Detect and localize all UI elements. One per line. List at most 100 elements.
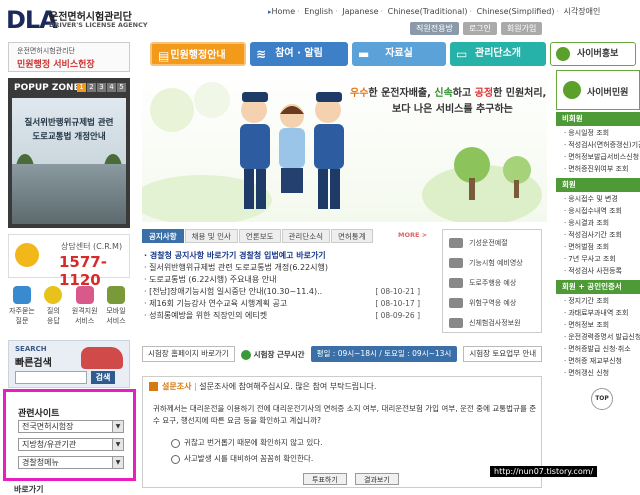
tab-notices[interactable]: 공지사항 (142, 229, 184, 243)
topnav-chinese-traditional[interactable]: Chinese(Traditional) (388, 7, 468, 16)
nav-archive[interactable]: ▬ 자료실 (352, 42, 446, 66)
video-icon (449, 258, 463, 268)
login-button[interactable]: 로그인 (462, 22, 497, 35)
popup-banner-image[interactable]: 질서위반행위규제법 관련 도로교통법 개정안내 (12, 98, 126, 224)
list-item[interactable]: 응시접수내역 조회 (564, 206, 622, 216)
remote-support-icon (75, 286, 94, 304)
search-input[interactable] (15, 371, 87, 384)
list-item[interactable]: · 도로교통법 (6.22시행) 주요내용 안내 (144, 274, 430, 286)
cyber-civil-header[interactable]: 사이버민원 (556, 70, 640, 110)
list-item[interactable]: 적성검사 사전등록 (564, 266, 622, 276)
list-item[interactable]: 면허정보 조회 (564, 320, 609, 330)
list-item[interactable]: 적성검사(면허증갱신)기간조회 (564, 140, 640, 150)
cyber-civil-panel: 사이버민원 비회원 응시일정 조회 적성검사(면허증갱신)기간조회 면허정보발급… (556, 70, 640, 491)
sunflower-icon (15, 243, 39, 267)
list-item[interactable]: 면허증진위여부 조회 (564, 164, 628, 174)
saturday-service-link[interactable]: 시험장 토요업무 안내 (463, 346, 543, 362)
staff-room-button[interactable]: 직원전용방 (410, 22, 459, 35)
list-item[interactable]: 면허증 재교부신청 (564, 356, 622, 366)
service-charter-banner[interactable]: 운전면허시험관리단 민원행정 서비스헌장 (8, 42, 130, 72)
list-item[interactable]: 면허증발급 신청·취소 (564, 344, 630, 354)
tab-statistics[interactable]: 면허통계 (331, 229, 373, 243)
notice-list: · 경찰청 공지사항 바로가기 경찰청 입법예고 바로가기 · 질서위반행위규제… (144, 250, 430, 322)
top-navigation: ▸Home · English · Japanese · Chinese(Tradit… (268, 7, 601, 16)
popup-page-1[interactable]: 1 (77, 83, 86, 92)
tab-press[interactable]: 언론보도 (238, 229, 281, 243)
guide-item[interactable]: 신체험검사정보원 (449, 318, 521, 328)
document-icon: ▤ (158, 49, 170, 63)
list-item[interactable]: 응시결과 조회 (564, 218, 609, 228)
survey-option-1[interactable]: 귀찮고 번거롭기 때문에 확인하지 않고 있다. (171, 437, 323, 448)
exam-site-select[interactable]: 전국면허시험장 ▼ (18, 420, 124, 433)
guide-item[interactable]: 도로주행응 예상 (449, 278, 516, 288)
guide-item[interactable]: 위험구역응 예상 (449, 298, 516, 308)
list-item[interactable]: 응시접수 및 변경 (564, 194, 618, 204)
nav-about[interactable]: ▭ 관리단소개 (450, 42, 546, 66)
list-item[interactable]: 과태료부과내역 조회 (564, 308, 628, 318)
video-icon (449, 238, 463, 248)
qna-link[interactable]: 질의 응답 (39, 284, 67, 336)
topnav-chinese-simplified[interactable]: Chinese(Simplified) (477, 7, 555, 16)
work-hours-value: 평일 : 09시~18시 / 토요일 : 09시~13시 (310, 346, 458, 362)
exam-site-homepage-link[interactable]: 시험장 홈페이지 바로가기 (142, 346, 235, 362)
list-item[interactable]: 7년 무사고 조회 (564, 254, 616, 264)
nav-civil-service[interactable]: ▤ 민원행정안내 (150, 42, 246, 66)
list-item[interactable]: 응시일정 조회 (564, 128, 609, 138)
radio-button[interactable] (171, 438, 180, 448)
popup-zone: POPUP ZONE 1 2 3 4 5 질서위반행위규제법 관련 도로교통법 … (8, 78, 130, 228)
faq-link[interactable]: 자주묻는 질문 (8, 284, 36, 336)
guide-item[interactable]: 기능시험 예비영상 (449, 258, 523, 268)
search-button[interactable]: 검색 (91, 371, 115, 384)
topnav-visually-impaired[interactable]: 시각장애인 (564, 7, 601, 16)
list-item[interactable]: · 성희롱예방을 위한 직장인의 에티켓[ 08-09-26 ] (144, 310, 430, 322)
tab-news[interactable]: 관리단소식 (281, 229, 330, 243)
list-item[interactable]: 면허갱신 신청 (564, 368, 609, 378)
police-menu-select[interactable]: 경찰청메뉴 ▼ (18, 456, 124, 469)
results-button[interactable]: 결과보기 (355, 473, 399, 485)
shortcut-label: 바로가기 (14, 485, 44, 494)
join-button[interactable]: 회원가입 (500, 22, 543, 35)
nav-participation[interactable]: ≋ 참여 · 알림 (250, 42, 348, 66)
list-item[interactable]: 운전경력증명서 발급신청 (564, 332, 640, 342)
list-item[interactable]: · 제16회 기능강사 연수교육 시행계획 공고[ 08-10-17 ] (144, 298, 430, 310)
survey-title: 설문조사 (162, 382, 192, 391)
topnav-home[interactable]: Home (272, 7, 296, 16)
video-icon (449, 278, 463, 288)
popup-page-5[interactable]: 5 (117, 83, 126, 92)
list-item[interactable]: 면허벌점 조회 (564, 242, 609, 252)
popup-page-4[interactable]: 4 (107, 83, 116, 92)
cyber-promotion-button[interactable]: 사이버홍보 (550, 42, 636, 66)
scroll-top-button[interactable]: TOP (591, 388, 613, 410)
topnav-english[interactable]: English (304, 7, 333, 16)
site-logo[interactable]: DLA 운전면허시험관리단 DRIVER'S LICENSE AGENCY (6, 6, 148, 36)
main-navigation: ▤ 민원행정안내 ≋ 참여 · 알림 ▬ 자료실 ▭ 관리단소개 (150, 42, 546, 66)
plus-icon (449, 318, 463, 328)
list-item[interactable]: 적성검사기간 조회 (564, 230, 622, 240)
more-link[interactable]: MORE > (398, 231, 427, 239)
survey-option-2[interactable]: 사고발생 시를 대비하여 꼼꼼히 확인한다. (171, 453, 313, 464)
list-item[interactable]: 정지기간 조회 (564, 296, 609, 306)
related-sites-title: 관련사이트 (18, 409, 60, 419)
mobile-service-link[interactable]: 모바일 서비스 (102, 284, 130, 336)
topnav-japanese[interactable]: Japanese (342, 7, 378, 16)
list-item[interactable]: · 경찰청 공지사항 바로가기 경찰청 입법예고 바로가기 (144, 250, 430, 262)
group-member: 회원 (556, 178, 640, 192)
remote-support-link[interactable]: 원격지원 서비스 (71, 284, 99, 336)
tab-recruitment[interactable]: 채용 및 인사 (184, 229, 238, 243)
guide-item[interactable]: 기성운전예절 (449, 238, 508, 248)
vote-button[interactable]: 투표하기 (303, 473, 347, 485)
radio-button[interactable] (171, 454, 180, 464)
agency-select[interactable]: 지방청/유관기관 ▼ (18, 438, 124, 451)
popup-page-2[interactable]: 2 (87, 83, 96, 92)
mobile-icon (106, 286, 125, 304)
list-item[interactable]: · [전남]장애기능시험 일시중단 안내(10.30~11.4)..[ 08-1… (144, 286, 430, 298)
popup-page-3[interactable]: 3 (97, 83, 106, 92)
search-label-kr: 빠른검색 (15, 358, 52, 369)
car-icon (81, 347, 123, 369)
charter-org: 운전면허시험관리단 (17, 47, 75, 55)
globe-icon (563, 81, 581, 99)
list-item[interactable]: · 질서위반행위규제법 관련 도로교통법 개정(6.22시행) (144, 262, 430, 274)
consultation-center[interactable]: 상담센터 (C.R.M) 1577-1120 (8, 234, 130, 289)
list-item[interactable]: 면허정보발급서비스신청 (564, 152, 639, 162)
search-label-en: SEARCH (15, 345, 47, 353)
